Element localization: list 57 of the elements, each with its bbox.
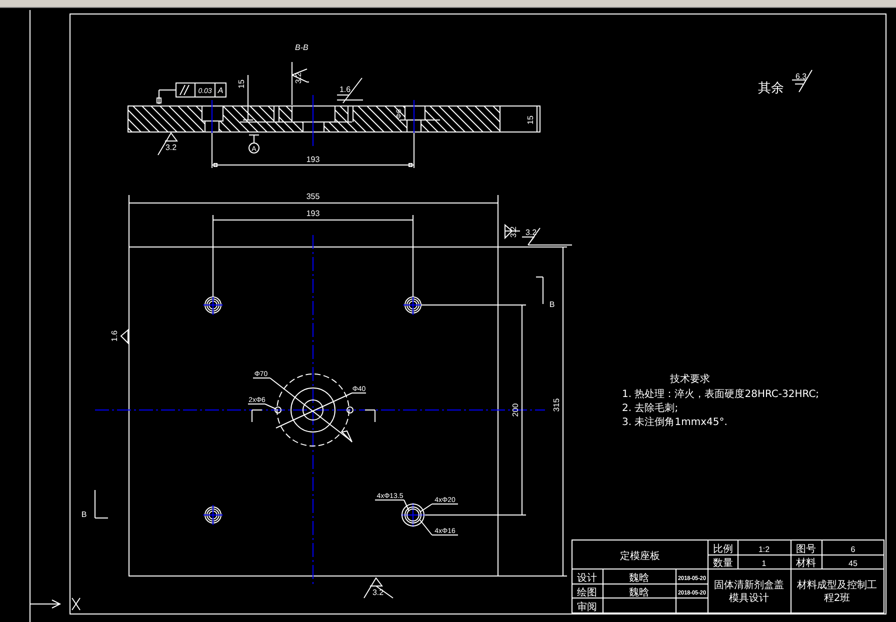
dimension-label: 193	[306, 155, 320, 164]
roughness-symbol	[158, 132, 178, 156]
general-roughness-label: 其余	[758, 81, 784, 96]
roughness-label: 3.2	[509, 226, 518, 238]
dimension-line	[242, 74, 254, 120]
field-label: 数量	[713, 558, 733, 569]
field-value: 6	[850, 545, 856, 554]
roughness-label: 3.2	[294, 72, 303, 84]
view-label: B	[549, 300, 555, 309]
project-title: 固体清新剂盒盖	[714, 580, 784, 591]
field-value: 1	[762, 559, 766, 568]
dimension-label: 15	[526, 116, 535, 124]
roughness-symbol	[364, 577, 394, 598]
dimension-label: 15	[237, 80, 246, 88]
roughness-label: 3.2	[165, 143, 177, 152]
signer-name: 魏晗	[629, 573, 649, 584]
datum-symbol	[248, 134, 260, 154]
leader-line	[420, 520, 458, 536]
role-label: 审阅	[577, 602, 597, 613]
requirement-text: 2. 去除毛刺;	[622, 403, 678, 414]
leader-line	[374, 500, 410, 512]
field-label: 材料	[796, 558, 816, 569]
roughness-label: 1.6	[339, 85, 351, 94]
project-title: 模具设计	[729, 593, 769, 604]
roughness-symbol	[792, 70, 812, 92]
tolerance-frame	[156, 82, 226, 104]
view-arrow	[94, 490, 108, 518]
field-value: 45	[848, 559, 858, 568]
dimension-line	[536, 106, 538, 132]
dimension-label: 200	[511, 403, 520, 417]
roughness-label: 6.3	[795, 72, 807, 81]
roughness-label: 3.2	[525, 228, 537, 237]
dimension-label: 193	[306, 209, 320, 218]
class-name: 材料成型及控制工	[797, 580, 877, 591]
roughness-symbol	[120, 328, 128, 344]
requirements-title: 技术要求	[670, 374, 710, 385]
requirement-text: 1. 热处理：淬火，表面硬度28HRC-32HRC;	[622, 389, 820, 400]
signer-name: 魏晗	[629, 588, 649, 598]
tolerance-datum: A	[218, 86, 224, 95]
view-label: B	[81, 510, 87, 519]
roughness-label: 1.6	[110, 330, 119, 342]
field-label: 图号	[796, 544, 816, 555]
role-label: 设计	[577, 573, 597, 584]
view-arrow	[536, 276, 544, 304]
part-name: 定模座板	[620, 551, 660, 562]
section-title: B-B	[295, 43, 308, 52]
dimension-label: 315	[552, 398, 561, 412]
role-label: 绘图	[577, 588, 597, 598]
dimension-label: 355	[306, 192, 320, 201]
field-value: 1:2	[758, 545, 770, 554]
roughness-symbol	[292, 62, 310, 106]
leader-line	[420, 504, 458, 512]
requirement-text: 3. 未注倒角1mmx45°.	[622, 417, 728, 428]
class-name: 程2班	[824, 593, 850, 604]
field-label: 比例	[713, 544, 733, 555]
ucs-icon	[30, 598, 80, 610]
roughness-symbol	[336, 78, 364, 104]
